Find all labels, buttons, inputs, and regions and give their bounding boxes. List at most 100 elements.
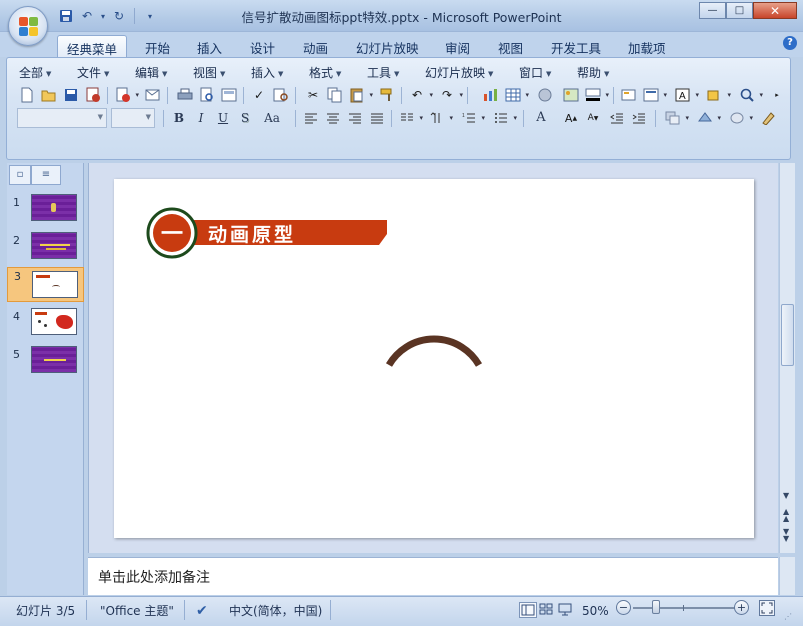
language-indicator[interactable]: 中文(简体，中国): [229, 601, 322, 621]
tab-design[interactable]: 设计: [241, 35, 284, 57]
normal-view-icon[interactable]: [519, 602, 537, 618]
permission-icon[interactable]: [83, 85, 103, 105]
redo-icon[interactable]: ↷: [437, 85, 463, 105]
print-icon[interactable]: [175, 85, 195, 105]
align-center-icon[interactable]: [323, 108, 343, 128]
align-right-icon[interactable]: [345, 108, 365, 128]
menu-insert[interactable]: 插入 ▼: [251, 64, 283, 81]
save-icon[interactable]: [61, 85, 81, 105]
tab-insert[interactable]: 插入: [188, 35, 231, 57]
tab-classic-menu[interactable]: 经典菜单: [57, 35, 128, 57]
paste-icon[interactable]: [347, 85, 373, 105]
bold-button[interactable]: B: [169, 108, 189, 128]
font-size-combo[interactable]: ▼: [111, 108, 155, 128]
zoom-slider-track[interactable]: [633, 607, 738, 609]
shapes-icon[interactable]: [705, 85, 731, 105]
align-left-icon[interactable]: [301, 108, 321, 128]
menu-all[interactable]: 全部 ▼: [19, 64, 51, 81]
fill-color-icon[interactable]: [583, 85, 609, 105]
shape-outline-icon[interactable]: [759, 108, 779, 128]
font-name-combo[interactable]: ▼: [17, 108, 107, 128]
shrink-font-icon[interactable]: A ▼: [583, 108, 603, 128]
slide-thumbnail-3[interactable]: 3: [7, 267, 84, 302]
menu-slideshow[interactable]: 幻灯片放映 ▼: [425, 64, 493, 81]
send-icon[interactable]: [143, 85, 163, 105]
layout-icon[interactable]: [219, 85, 239, 105]
increase-indent-icon[interactable]: [629, 108, 649, 128]
close-button[interactable]: ✕: [753, 2, 797, 19]
outline-tab-icon[interactable]: ≡: [31, 165, 61, 185]
current-slide[interactable]: 一 动画原型: [114, 179, 754, 538]
tab-animation[interactable]: 动画: [294, 35, 337, 57]
shape-fill-icon[interactable]: [727, 108, 753, 128]
slides-tab-icon[interactable]: ▫: [9, 165, 31, 185]
slide-thumbnail-1[interactable]: 1: [7, 194, 84, 228]
slide-thumbnail-5[interactable]: 5: [7, 346, 84, 380]
menu-window[interactable]: 窗口 ▼: [519, 64, 551, 81]
tab-slideshow[interactable]: 幻灯片放映: [347, 35, 428, 57]
new-icon[interactable]: [17, 85, 37, 105]
grow-font-icon[interactable]: A ▲: [561, 108, 581, 128]
spell-check-icon[interactable]: ✔: [196, 601, 208, 621]
cut-icon[interactable]: ✂: [303, 85, 323, 105]
office-button[interactable]: [8, 6, 48, 46]
menu-help[interactable]: 帮助 ▼: [577, 64, 609, 81]
open-icon[interactable]: [39, 85, 59, 105]
chart-icon[interactable]: [481, 85, 501, 105]
tab-review[interactable]: 审阅: [436, 35, 479, 57]
previous-slide-icon[interactable]: ▲ ▲: [783, 508, 789, 523]
menu-file[interactable]: 文件 ▼: [77, 64, 109, 81]
tab-addins[interactable]: 加载项: [619, 35, 675, 57]
tab-view[interactable]: 视图: [489, 35, 532, 57]
tab-home[interactable]: 开始: [136, 35, 179, 57]
menu-tools[interactable]: 工具 ▼: [367, 64, 399, 81]
menu-format[interactable]: 格式 ▼: [309, 64, 341, 81]
font-color-button[interactable]: A: [531, 108, 551, 128]
numbering-icon[interactable]: 1: [459, 108, 485, 128]
table-icon[interactable]: [503, 85, 529, 105]
quick-styles-icon[interactable]: [695, 108, 721, 128]
picture-icon[interactable]: [561, 85, 581, 105]
notes-scrollbar[interactable]: [779, 557, 795, 595]
slide-layout-icon[interactable]: [641, 85, 667, 105]
zoom-in-button[interactable]: +: [734, 600, 749, 615]
columns-icon[interactable]: [397, 108, 423, 128]
underline-button[interactable]: U: [213, 108, 233, 128]
bullets-icon[interactable]: [491, 108, 517, 128]
minimize-button[interactable]: —: [699, 2, 726, 19]
copy-icon[interactable]: [325, 85, 345, 105]
slide-thumbnail-2[interactable]: 2: [7, 232, 84, 266]
slide-scrollbar[interactable]: ▼ ▲ ▲ ▼ ▼: [779, 163, 795, 553]
spelling-icon[interactable]: ✓: [249, 85, 269, 105]
undo-icon[interactable]: ↶: [407, 85, 433, 105]
menu-view[interactable]: 视图 ▼: [193, 64, 225, 81]
new-slide-icon[interactable]: [619, 85, 639, 105]
next-slide-icon[interactable]: ▼ ▼: [783, 528, 789, 543]
research-icon[interactable]: [271, 85, 291, 105]
zoom-level[interactable]: 50%: [582, 601, 609, 621]
slideshow-view-icon[interactable]: [557, 602, 575, 618]
scroll-down-icon[interactable]: ▼: [783, 491, 789, 500]
zoom-out-button[interactable]: −: [616, 600, 631, 615]
format-painter-icon[interactable]: [377, 85, 397, 105]
signal-arc-shape[interactable]: [385, 335, 483, 367]
text-box-icon[interactable]: A: [673, 85, 699, 105]
line-spacing-icon[interactable]: [427, 108, 453, 128]
export-pdf-icon[interactable]: [113, 85, 139, 105]
shadow-button[interactable]: S: [235, 108, 255, 128]
maximize-button[interactable]: □: [726, 2, 753, 19]
tab-developer[interactable]: 开发工具: [542, 35, 610, 57]
toolbar-overflow-icon[interactable]: ▸: [767, 85, 787, 105]
slide-sorter-icon[interactable]: [538, 602, 556, 618]
slide-thumbnail-4[interactable]: 4: [7, 308, 84, 342]
change-case-button[interactable]: Aa: [259, 108, 285, 128]
find-icon[interactable]: [737, 85, 763, 105]
menu-edit[interactable]: 编辑 ▼: [135, 64, 167, 81]
clipart-icon[interactable]: [535, 85, 555, 105]
help-icon[interactable]: ?: [783, 36, 797, 50]
scrollbar-thumb[interactable]: [781, 304, 794, 366]
justify-icon[interactable]: [367, 108, 387, 128]
decrease-indent-icon[interactable]: [607, 108, 627, 128]
print-preview-icon[interactable]: [197, 85, 217, 105]
fit-to-window-icon[interactable]: [759, 600, 775, 616]
